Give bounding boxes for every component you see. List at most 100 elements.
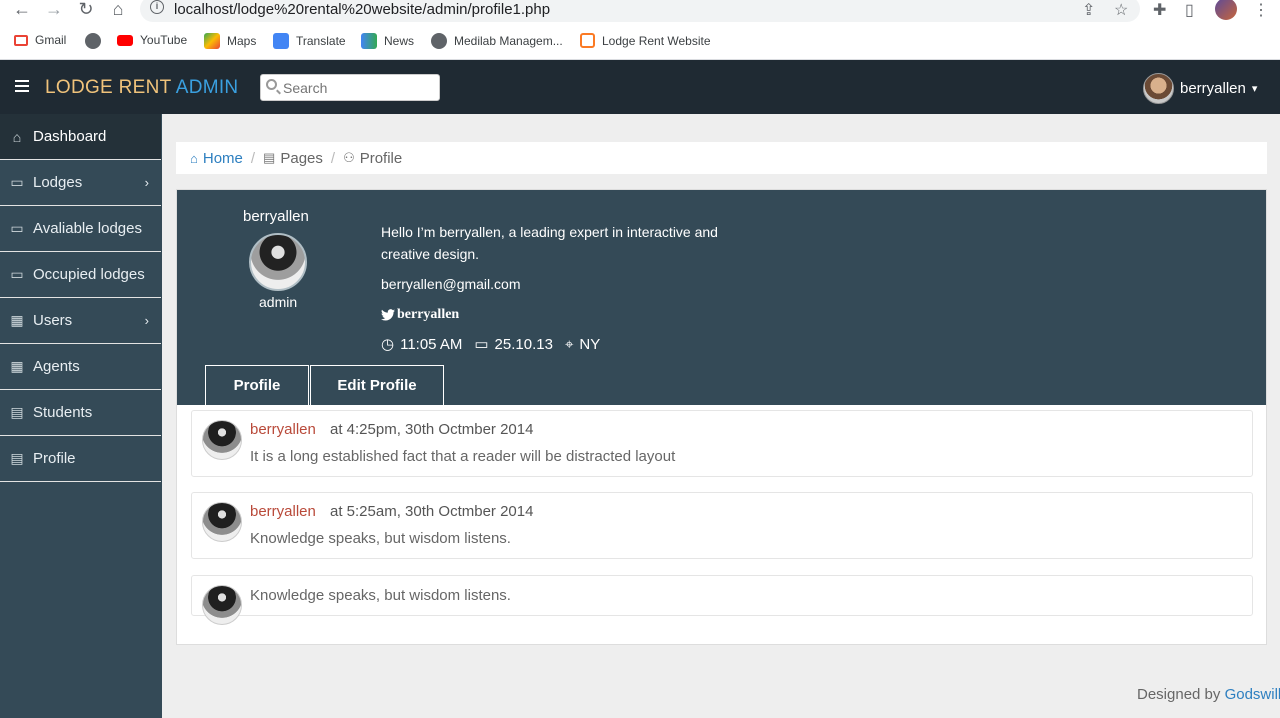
chevron-right-icon: › bbox=[144, 313, 149, 328]
bookmark-lodge-rent[interactable]: Lodge Rent Website bbox=[580, 33, 711, 48]
footer-link[interactable]: Godswill bbox=[1225, 686, 1280, 703]
breadcrumb-pages[interactable]: Pages bbox=[280, 150, 323, 167]
bookmark-gmail[interactable]: Gmail bbox=[14, 33, 66, 47]
monitor-icon: ▭ bbox=[10, 220, 24, 236]
user-menu[interactable]: berryallen ▾ bbox=[1143, 73, 1257, 104]
home-icon: ⌂ bbox=[190, 150, 198, 166]
footer-prefix: Designed by bbox=[1137, 686, 1221, 703]
gmail-icon bbox=[14, 34, 28, 46]
profile-bio: Hello I’m berryallen, a leading expert i… bbox=[381, 224, 718, 262]
profile-meta: ◷ 11:05 AM ▭ 25.10.13 ⌖ NY bbox=[381, 335, 601, 354]
bookmark-translate[interactable]: Translate bbox=[273, 33, 346, 49]
youtube-icon bbox=[117, 34, 133, 46]
home-icon: ⌂ bbox=[12, 128, 22, 145]
profile-avatar bbox=[249, 233, 307, 291]
comment-author[interactable]: berryallen bbox=[250, 421, 316, 438]
hamburger-menu-icon[interactable] bbox=[15, 80, 29, 95]
globe-icon bbox=[85, 33, 101, 49]
profile-name: berryallen bbox=[243, 208, 309, 225]
avatar bbox=[202, 420, 242, 460]
home-nav-icon[interactable]: ⌂ bbox=[108, 0, 128, 20]
avatar bbox=[202, 502, 242, 542]
back-arrow-icon[interactable]: ← bbox=[12, 0, 32, 20]
profile-location: NY bbox=[579, 335, 601, 353]
comment-text: It is a long established fact that a rea… bbox=[250, 448, 676, 465]
footer: Designed by Godswill bbox=[1137, 686, 1280, 703]
xampp-icon bbox=[580, 33, 595, 48]
profile-role: admin bbox=[259, 294, 298, 310]
bookmark-globe[interactable] bbox=[85, 33, 101, 49]
profile-email: berryallen@gmail.com bbox=[381, 276, 521, 292]
reload-icon[interactable]: ↻ bbox=[76, 0, 96, 20]
monitor-icon: ▭ bbox=[10, 266, 24, 282]
search-input[interactable] bbox=[283, 77, 433, 99]
sidebar-item-profile[interactable]: ▤ Profile bbox=[0, 436, 161, 482]
sidepanel-icon[interactable]: ▯ bbox=[1185, 0, 1194, 20]
sidebar-item-students[interactable]: ▤ Students bbox=[0, 390, 161, 436]
list-item: berryallen at 4:25pm, 30th Octmber 2014 … bbox=[191, 410, 1253, 477]
sidebar-item-occupied-lodges[interactable]: ▭ Occupied lodges bbox=[0, 252, 161, 298]
comment-author[interactable]: berryallen bbox=[250, 503, 316, 520]
twitter-icon bbox=[381, 309, 395, 321]
tab-edit-profile[interactable]: Edit Profile bbox=[310, 365, 444, 405]
bookmark-youtube[interactable]: YouTube bbox=[117, 33, 187, 47]
chevron-right-icon: › bbox=[144, 175, 149, 190]
translate-icon bbox=[273, 33, 289, 49]
kebab-menu-icon[interactable]: ⋮ bbox=[1253, 0, 1269, 20]
tab-profile[interactable]: Profile bbox=[205, 365, 309, 405]
calendar-icon: ▭ bbox=[474, 336, 489, 353]
site-info-icon[interactable]: i bbox=[150, 0, 164, 14]
sidebar-item-lodges[interactable]: ▭ Lodges › bbox=[0, 160, 161, 206]
comment-time: at 5:25am, 30th Octmber 2014 bbox=[330, 503, 534, 520]
sidebar-item-label: Dashboard bbox=[33, 128, 107, 145]
sidebar-item-label: Avaliable lodges bbox=[33, 220, 142, 237]
profile-header: berryallen admin Hello I’m berryallen, a… bbox=[177, 190, 1266, 405]
breadcrumb-current: Profile bbox=[359, 149, 403, 167]
sidebar-item-label: Students bbox=[33, 404, 93, 421]
avatar bbox=[202, 585, 242, 625]
maps-icon bbox=[204, 33, 220, 49]
bookmark-medilab[interactable]: Medilab Managem... bbox=[431, 33, 563, 49]
caret-down-icon: ▾ bbox=[1251, 83, 1258, 95]
sidebar-item-label: Agents bbox=[33, 358, 80, 375]
star-icon[interactable]: ☆ bbox=[1114, 0, 1128, 20]
list-icon: ▤ bbox=[10, 404, 24, 420]
clock-icon: ◷ bbox=[381, 336, 395, 353]
bookmark-news[interactable]: News bbox=[361, 33, 414, 49]
sidebar-item-available-lodges[interactable]: ▭ Avaliable lodges bbox=[0, 206, 161, 252]
search-icon bbox=[266, 79, 277, 90]
bookmark-maps[interactable]: Maps bbox=[204, 33, 256, 49]
bookmarks-bar: Gmail YouTube Maps Translate News Medila… bbox=[0, 22, 1280, 60]
sidebar-item-label: Occupied lodges bbox=[33, 266, 145, 283]
profile-time: 11:05 AM bbox=[400, 335, 463, 353]
map-pin-icon: ⌖ bbox=[564, 335, 574, 353]
sidebar-item-label: Profile bbox=[33, 450, 76, 467]
sidebar-item-dashboard[interactable]: ⌂ Dashboard bbox=[0, 114, 161, 160]
extensions-icon[interactable]: ✚ bbox=[1153, 0, 1166, 20]
list-icon: ▤ bbox=[10, 450, 24, 466]
profile-tabs: Profile Edit Profile bbox=[205, 365, 445, 405]
comment-time: at 4:25pm, 30th Octmber 2014 bbox=[330, 421, 534, 438]
list-item: Knowledge speaks, but wisdom listens. bbox=[191, 575, 1253, 625]
admin-header: LODGE RENT ADMIN berryallen ▾ bbox=[0, 60, 1280, 114]
share-icon[interactable]: ⇪ bbox=[1082, 0, 1095, 20]
breadcrumb-home-link[interactable]: Home bbox=[203, 150, 243, 167]
monitor-icon: ▭ bbox=[10, 174, 24, 190]
profile-twitter[interactable]: berryallen bbox=[381, 307, 459, 323]
globe-icon bbox=[431, 33, 447, 49]
sidebar-item-label: Users bbox=[33, 312, 73, 329]
sitemap-icon: ⚇ bbox=[343, 150, 355, 165]
table-icon: ▦ bbox=[10, 312, 24, 328]
forward-arrow-icon[interactable]: → bbox=[44, 0, 64, 20]
news-icon bbox=[361, 33, 377, 49]
breadcrumb-separator: / bbox=[250, 149, 256, 167]
table-icon: ▦ bbox=[10, 358, 24, 374]
sidebar-item-agents[interactable]: ▦ Agents bbox=[0, 344, 161, 390]
sidebar-item-label: Lodges bbox=[33, 174, 83, 191]
comment-text: Knowledge speaks, but wisdom listens. bbox=[250, 530, 511, 547]
sidebar-item-users[interactable]: ▦ Users › bbox=[0, 298, 161, 344]
address-url[interactable]: localhost/lodge%20rental%20website/admin… bbox=[174, 1, 550, 18]
comment-text: Knowledge speaks, but wisdom listens. bbox=[250, 587, 511, 604]
browser-profile-avatar[interactable] bbox=[1215, 0, 1237, 20]
brand-logo[interactable]: LODGE RENT ADMIN bbox=[45, 77, 238, 99]
